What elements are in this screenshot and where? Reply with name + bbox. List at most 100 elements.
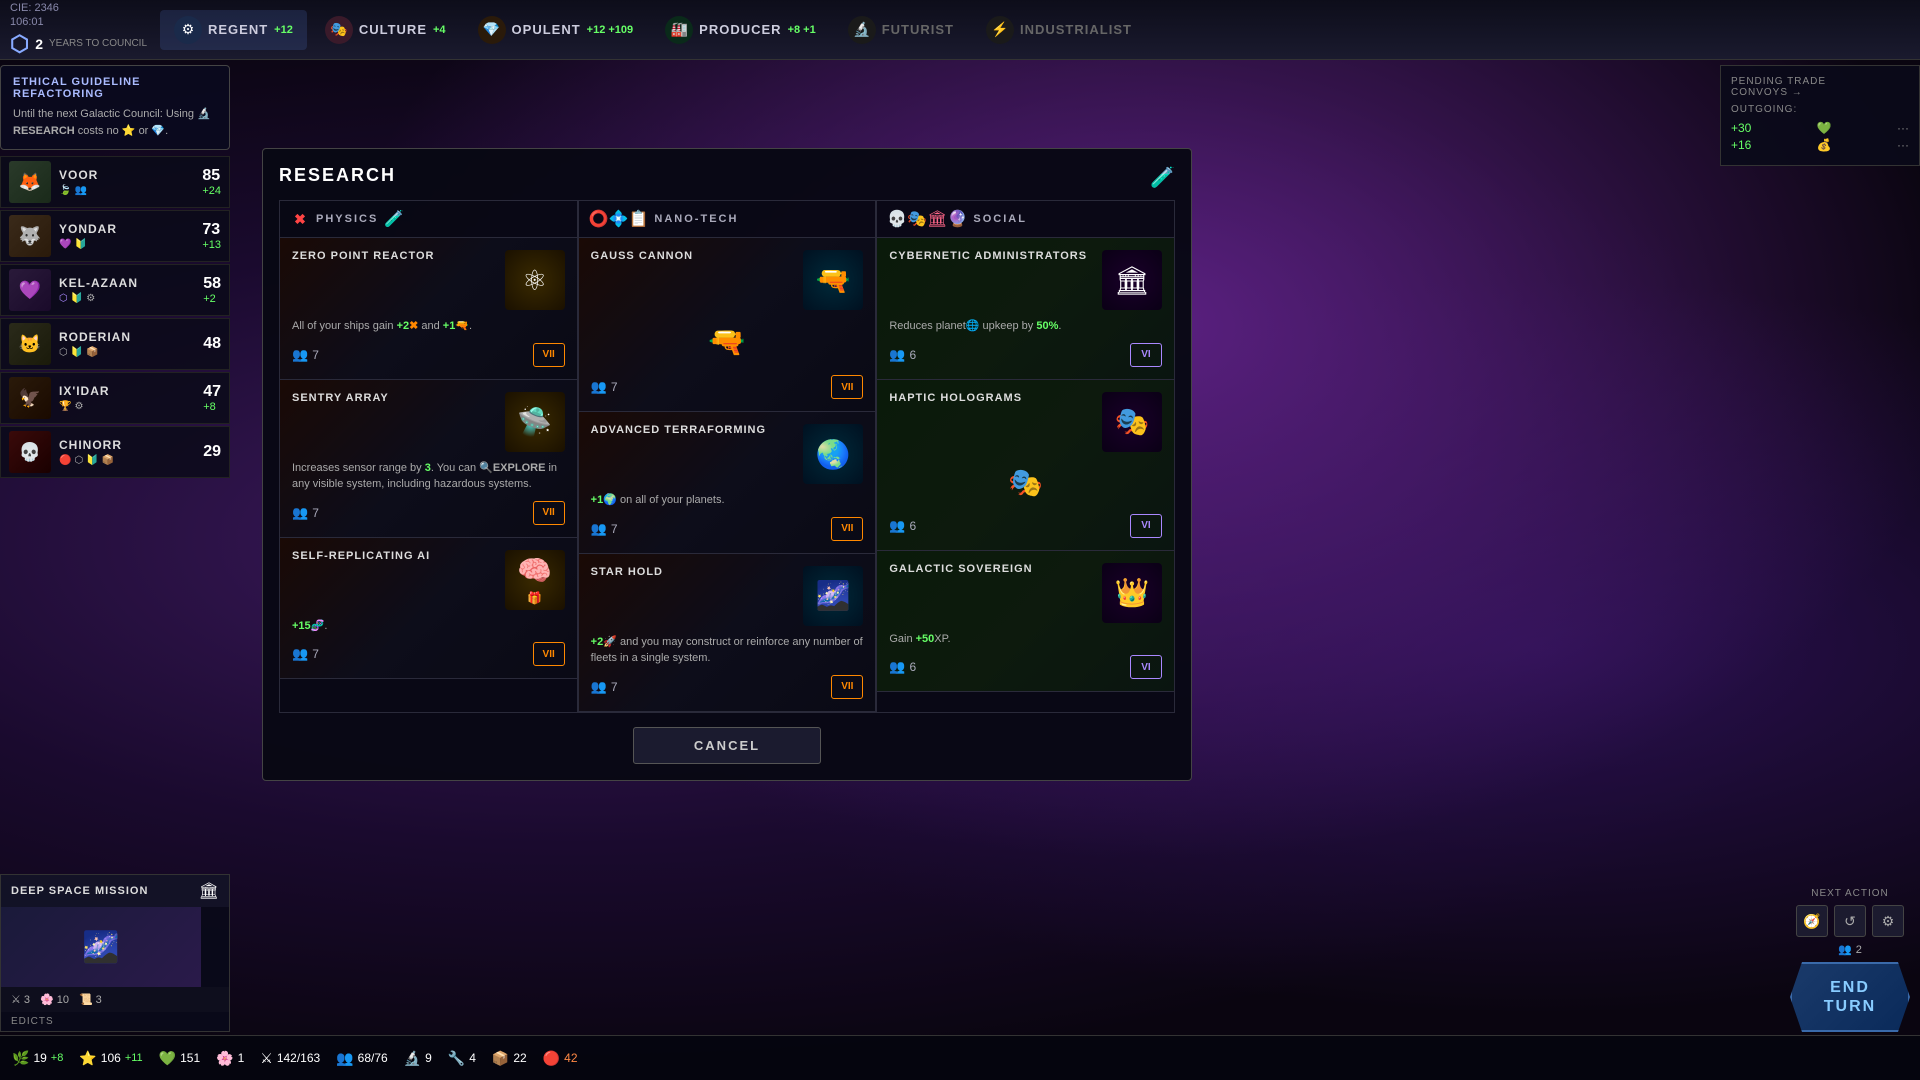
zero-point-reactor-footer: 👥 7 VII xyxy=(292,343,565,367)
year-display: ⬡ 2 YEARS TO COUNCIL xyxy=(10,30,147,59)
credits-stat-value: 151 xyxy=(180,1051,200,1065)
stat-credits: 💚 151 xyxy=(159,1050,200,1067)
military-stat-value: 142/163 xyxy=(277,1051,320,1065)
nav-culture-label: CULTURE xyxy=(359,22,427,37)
mission-box[interactable]: DEEP SPACE MISSION 🏛 🌌 ⚔ 3 🌸 10 📜 3 EDIC… xyxy=(0,874,230,1032)
leader-chinorr[interactable]: 💀 CHINORR 🔴 ⬡ 🔰 📦 29 xyxy=(0,426,230,478)
ai-cost-icon: 👥 xyxy=(292,646,308,662)
galactic-sovereign-cost-value: 6 xyxy=(910,660,917,674)
end-turn-line1: END xyxy=(1830,979,1870,996)
advanced-terraforming-top: ADVANCED TERRAFORMING 🌏 xyxy=(591,424,864,484)
refresh-icon[interactable]: ↺ xyxy=(1834,905,1866,937)
stat-damage: 🔴 42 xyxy=(543,1050,578,1067)
chinorr-score: 29 xyxy=(203,443,221,461)
social-column: 💀🎭🏛🔮 SOCIAL CYBERNETIC ADMINISTRATORS 🏛 … xyxy=(876,200,1175,713)
nav-regent[interactable]: ⚙ REGENT +12 xyxy=(160,10,307,50)
nav-producer-bonus: +8 +1 xyxy=(788,24,816,36)
gauss-cannon-top: GAUSS CANNON 🔫 xyxy=(591,250,864,310)
kelazaan-name: KEL-AZAAN xyxy=(59,276,195,290)
galactic-sovereign-card[interactable]: GALACTIC SOVEREIGN 👑 Gain +50XP. 👥 6 VI xyxy=(877,551,1174,693)
stat-research: ⭐ 106 +11 xyxy=(79,1050,142,1067)
ixidar-avatar: 🦅 xyxy=(9,377,51,419)
gauss-cannon-desc: 🔫 xyxy=(591,320,864,365)
leader-roderian[interactable]: 🐱 RODERIAN ⬡ 🔰 📦 48 xyxy=(0,318,230,370)
sentry-array-card[interactable]: SENTRY ARRAY 🛸 Increases sensor range by… xyxy=(280,380,577,538)
gauss-cost-icon: 👥 xyxy=(591,379,607,395)
advanced-terraforming-name: ADVANCED TERRAFORMING xyxy=(591,424,804,436)
cie-info-area: CIE: 2346 106:01 ⬡ 2 YEARS TO COUNCIL xyxy=(0,1,160,58)
nav-regent-label: REGENT xyxy=(208,22,268,37)
haptic-holograms-top: HAPTIC HOLOGRAMS 🎭 xyxy=(889,392,1162,452)
culture-stat-delta: +8 xyxy=(51,1052,64,1064)
star-hold-card[interactable]: STAR HOLD 🌌 +2🚀 and you may construct or… xyxy=(579,554,876,712)
nav-futurist[interactable]: 🔬 FUTURIST xyxy=(834,10,968,50)
research-grid: ✖ PHYSICS 🧪 ZERO POINT REACTOR ⚛ All of … xyxy=(279,200,1175,713)
nav-producer[interactable]: 🏭 PRODUCER +8 +1 xyxy=(651,10,830,50)
close-physics-icon[interactable]: ✖ xyxy=(290,209,310,229)
ixidar-info: IX'IDAR 🏆 ⚙ xyxy=(59,384,195,412)
settings-icon[interactable]: ⚙ xyxy=(1872,905,1904,937)
yondar-info: YONDAR 💜 🔰 xyxy=(59,222,194,250)
advanced-terraforming-card[interactable]: ADVANCED TERRAFORMING 🌏 +1🌍 on all of yo… xyxy=(579,412,876,554)
starhold-cost-icon: 👥 xyxy=(591,679,607,695)
gauss-cannon-cost-value: 7 xyxy=(611,380,618,394)
trade-row-0: +30 💚 ··· xyxy=(1731,121,1909,135)
trade-icon-0: 💚 xyxy=(1817,121,1832,135)
advanced-terraforming-image: 🌏 xyxy=(803,424,863,484)
left-panel: ETHICAL GUIDELINE REFACTORING Until the … xyxy=(0,65,230,478)
cybernetic-administrators-card[interactable]: CYBERNETIC ADMINISTRATORS 🏛 Reduces plan… xyxy=(877,238,1174,380)
self-replicating-ai-cost-value: 7 xyxy=(312,647,319,661)
leader-kelazaan[interactable]: 💜 KEL-AZAAN ⬡ 🔰 ⚙ 58 +2 xyxy=(0,264,230,316)
stat-culture: 🌿 19 +8 xyxy=(12,1050,63,1067)
research-stat-delta: +11 xyxy=(125,1052,143,1064)
nanotech-header: ⭕💠📋 NANO-TECH xyxy=(579,201,876,238)
social-header: 💀🎭🏛🔮 SOCIAL xyxy=(877,201,1174,238)
cybernetic-administrators-cost: 👥 6 xyxy=(889,347,916,363)
gauss-cannon-name: GAUSS CANNON xyxy=(591,250,804,262)
nav-items: ⚙ REGENT +12 🎭 CULTURE +4 💎 OPULENT +12 … xyxy=(160,10,1920,50)
chinorr-avatar: 💀 xyxy=(9,431,51,473)
leader-ixidar[interactable]: 🦅 IX'IDAR 🏆 ⚙ 47 +8 xyxy=(0,372,230,424)
cancel-button[interactable]: CANCEL xyxy=(633,727,821,764)
mission-stat-0: ⚔ 3 xyxy=(11,993,30,1006)
nanotech-title: NANO-TECH xyxy=(654,213,738,225)
haptic-holograms-card[interactable]: HAPTIC HOLOGRAMS 🎭 🎭 👥 6 VI xyxy=(877,380,1174,551)
nav-regent-bonus: +12 xyxy=(274,24,293,36)
zero-point-reactor-cost-value: 7 xyxy=(312,348,319,362)
roderian-avatar: 🐱 xyxy=(9,323,51,365)
sentry-cost-icon: 👥 xyxy=(292,505,308,521)
gauss-cannon-card[interactable]: GAUSS CANNON 🔫 🔫 👥 7 VII xyxy=(579,238,876,412)
right-panel: PENDING TRADECONVOYS → OUTGOING: +30 💚 ·… xyxy=(1720,65,1920,174)
zero-point-reactor-name: ZERO POINT REACTOR xyxy=(292,250,505,262)
gauss-cannon-cost: 👥 7 xyxy=(591,379,618,395)
ixidar-name: IX'IDAR xyxy=(59,384,195,398)
leader-yondar[interactable]: 🐺 YONDAR 💜 🔰 73 +13 xyxy=(0,210,230,262)
nav-industrialist[interactable]: ⚡ INDUSTRIALIST xyxy=(972,10,1146,50)
mission-thumbnail: 🌌 xyxy=(1,907,201,987)
leader-voor[interactable]: 🦊 VOOR 🍃 👥 85 +24 xyxy=(0,156,230,208)
self-replicating-ai-card[interactable]: SELF-REPLICATING AI 🧠 🎁 +15🧬. 👥 7 VII xyxy=(280,538,577,680)
end-turn-button[interactable]: END TURN xyxy=(1790,962,1910,1032)
flask-icon[interactable]: 🧪 xyxy=(1150,165,1175,190)
nav-opulent[interactable]: 💎 OPULENT +12 +109 xyxy=(464,10,648,50)
research-stat-value: 106 xyxy=(101,1051,121,1065)
advanced-terraforming-desc: +1🌍 on all of your planets. xyxy=(591,492,864,509)
next-action-label: NEXT ACTION xyxy=(1811,888,1889,899)
action-icon: 👥 xyxy=(1838,943,1852,956)
trade-more-0[interactable]: ··· xyxy=(1897,121,1909,135)
haptic-holograms-tier: VI xyxy=(1130,514,1162,538)
navigate-icon[interactable]: 🧭 xyxy=(1796,905,1828,937)
trade-more-1[interactable]: ··· xyxy=(1897,138,1909,152)
star-hold-image: 🌌 xyxy=(803,566,863,626)
sentry-array-name: SENTRY ARRAY xyxy=(292,392,505,404)
population-stat-icon: 👥 xyxy=(336,1050,353,1067)
social-header-icons: 💀🎭🏛🔮 xyxy=(887,209,967,229)
zero-point-reactor-card[interactable]: ZERO POINT REACTOR ⚛ All of your ships g… xyxy=(280,238,577,380)
edicts-label: EDICTS xyxy=(1,1012,229,1031)
nav-culture[interactable]: 🎭 CULTURE +4 xyxy=(311,10,460,50)
haptic-holograms-image: 🎭 xyxy=(1102,392,1162,452)
voor-name: VOOR xyxy=(59,168,194,182)
opulent-icon: 💎 xyxy=(478,16,506,44)
self-replicating-ai-footer: 👥 7 VII xyxy=(292,642,565,666)
yondar-name: YONDAR xyxy=(59,222,194,236)
